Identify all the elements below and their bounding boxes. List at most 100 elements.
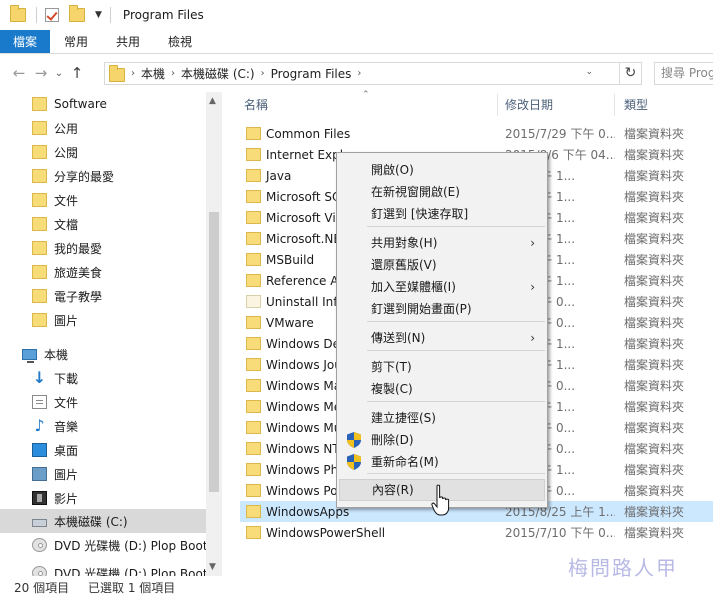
nav-item[interactable]: 桌面: [0, 438, 206, 462]
properties-icon[interactable]: [45, 8, 59, 22]
dvd-icon: [32, 538, 47, 552]
menu-separator: [367, 226, 545, 227]
nav-item[interactable]: 公閱: [0, 140, 206, 164]
tab-home[interactable]: 常用: [50, 30, 102, 53]
nav-item[interactable]: 電子教學: [0, 284, 206, 308]
file-type: 檔案資料夾: [624, 211, 685, 225]
file-date: 2015/7/29 下午 0...: [505, 127, 615, 141]
chevron-down-icon[interactable]: ⌄: [585, 67, 593, 77]
refresh-icon[interactable]: ↻: [620, 62, 642, 85]
nav-scrollbar-thumb[interactable]: [209, 212, 219, 492]
menu-restore-previous[interactable]: 還原舊版(V): [339, 254, 545, 276]
nav-item[interactable]: 公用: [0, 116, 206, 140]
folder-icon: [246, 400, 261, 413]
nav-item[interactable]: ↓ 下載: [0, 366, 206, 390]
menu-item-label: 刪除(D): [371, 433, 414, 447]
menu-include-library[interactable]: 加入至媒體櫃(I) ›: [339, 276, 545, 298]
scroll-up-icon[interactable]: ▲: [209, 96, 216, 106]
folder-icon: [32, 145, 47, 159]
column-divider[interactable]: [614, 94, 615, 116]
chevron-right-icon: ›: [530, 331, 535, 345]
column-divider[interactable]: [497, 94, 498, 116]
menu-create-shortcut[interactable]: 建立捷徑(S): [339, 407, 545, 429]
scroll-down-icon[interactable]: ▼: [209, 562, 216, 572]
nav-item[interactable]: 我的最愛: [0, 236, 206, 260]
menu-cut[interactable]: 剪下(T): [339, 356, 545, 378]
breadcrumb-this-pc[interactable]: 本機: [135, 65, 171, 82]
search-input[interactable]: 搜尋 Prog: [654, 62, 713, 85]
menu-open-new-window[interactable]: 在新視窗開啟(E): [339, 181, 545, 203]
file-row[interactable]: Common Files 2015/7/29 下午 0... 檔案資料夾: [240, 123, 713, 144]
menu-item-label: 內容(R): [372, 483, 414, 497]
menu-separator: [367, 473, 545, 474]
nav-item[interactable]: 圖片: [0, 462, 206, 486]
nav-item[interactable]: 分享的最愛: [0, 164, 206, 188]
recent-locations-icon[interactable]: ⌄: [52, 68, 66, 79]
tab-view[interactable]: 檢視: [154, 30, 206, 53]
column-header: ⌃ 名稱 修改日期 類型: [222, 90, 713, 118]
file-type: 檔案資料夾: [624, 526, 685, 540]
menu-item-label: 共用對象(H): [371, 236, 438, 250]
nav-item[interactable]: 文檔: [0, 212, 206, 236]
folder-icon: [32, 97, 47, 111]
dvd-icon: [32, 566, 47, 576]
nav-item-label: 分享的最愛: [54, 169, 115, 184]
item-count: 20 個項目: [14, 581, 70, 595]
nav-item[interactable]: 旅遊美食: [0, 260, 206, 284]
file-type: 檔案資料夾: [624, 232, 685, 246]
new-folder-icon[interactable]: [69, 5, 85, 22]
nav-item[interactable]: ♪ 音樂: [0, 414, 206, 438]
tab-share[interactable]: 共用: [102, 30, 154, 53]
nav-item-label: 旅遊美食: [54, 265, 103, 280]
nav-item-label: 音樂: [54, 419, 79, 434]
nav-item[interactable]: 本機: [0, 342, 206, 366]
customize-toolbar-icon[interactable]: ▼: [95, 10, 102, 20]
address-bar[interactable]: › 本機 › 本機磁碟 (C:) › Program Files › ⌄: [104, 62, 620, 85]
nav-item[interactable]: DVD 光碟機 (D:) Plop Boot M: [0, 561, 222, 576]
nav-item-label: 本機: [44, 347, 69, 362]
folder-icon: [32, 265, 47, 279]
menu-pin-quick-access[interactable]: 釘選到 [快速存取]: [339, 203, 545, 225]
menu-delete[interactable]: 刪除(D): [339, 429, 545, 451]
nav-item[interactable]: DVD 光碟機 (D:) Plop Boot M: [0, 533, 222, 557]
uac-shield-icon: [347, 454, 361, 470]
tab-file[interactable]: 檔案: [0, 30, 50, 53]
menu-item-label: 複製(C): [371, 382, 413, 396]
folder-icon: [32, 217, 47, 231]
file-row[interactable]: WindowsPowerShell 2015/7/10 下午 0... 檔案資料夾: [240, 522, 713, 543]
folder-icon: [246, 253, 261, 266]
nav-item[interactable]: 圖片: [0, 308, 206, 332]
menu-rename[interactable]: 重新命名(M): [339, 451, 545, 473]
title-bar: ▼ Program Files: [0, 0, 713, 30]
column-date[interactable]: 修改日期: [505, 96, 553, 113]
menu-share-with[interactable]: 共用對象(H) ›: [339, 232, 545, 254]
menu-open[interactable]: 開啟(O): [339, 159, 545, 181]
nav-item[interactable]: 本機磁碟 (C:): [0, 509, 206, 533]
back-arrow-icon[interactable]: ←: [8, 64, 30, 82]
forward-arrow-icon[interactable]: →: [30, 64, 52, 82]
up-arrow-icon[interactable]: ↑: [66, 64, 88, 82]
menu-item-label: 開啟(O): [371, 163, 414, 177]
nav-item[interactable]: Software: [0, 92, 206, 116]
nav-item[interactable]: 文件: [0, 390, 206, 414]
folder-icon: [246, 211, 261, 224]
nav-item[interactable]: 文件: [0, 188, 206, 212]
breadcrumb-local-disk[interactable]: 本機磁碟 (C:): [175, 65, 261, 82]
nav-item[interactable]: 影片: [0, 486, 206, 510]
context-menu: 開啟(O) 在新視窗開啟(E) 釘選到 [快速存取] 共用對象(H) › 還原舊版(V) 加…: [336, 152, 548, 508]
file-type: 檔案資料夾: [624, 127, 685, 141]
nav-item-label: DVD 光碟機 (D:) Plop Boot M: [54, 538, 222, 553]
chevron-right-icon[interactable]: ›: [357, 68, 361, 79]
menu-send-to[interactable]: 傳送到(N) ›: [339, 327, 545, 349]
menu-item-label: 還原舊版(V): [371, 258, 437, 272]
column-name[interactable]: 名稱: [244, 96, 268, 113]
menu-copy[interactable]: 複製(C): [339, 378, 545, 400]
drive-icon: [32, 519, 47, 527]
watermark: 梅問路人甲: [568, 556, 678, 580]
breadcrumb-program-files[interactable]: Program Files: [265, 67, 358, 81]
divider: [109, 7, 111, 23]
column-type[interactable]: 類型: [624, 96, 648, 113]
menu-pin-start[interactable]: 釘選到開始畫面(P): [339, 298, 545, 320]
folder-icon: [32, 241, 47, 255]
menu-item-label: 在新視窗開啟(E): [371, 185, 460, 199]
